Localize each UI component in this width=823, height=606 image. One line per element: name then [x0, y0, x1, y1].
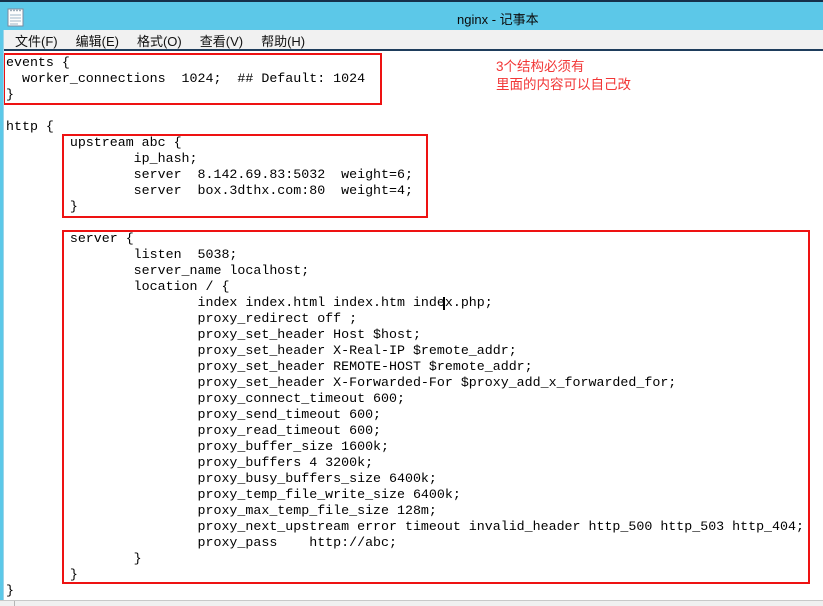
window-bottom-notch	[14, 601, 15, 606]
text-editing-area[interactable]: events { worker_connections 1024; ## Def…	[4, 51, 823, 600]
title-bar[interactable]: nginx - 记事本	[0, 0, 823, 30]
window-left-border	[0, 30, 4, 600]
notepad-window: nginx - 记事本 文件(F) 编辑(E) 格式(O) 查看(V) 帮助(H…	[0, 0, 823, 606]
window-bottom-border	[0, 600, 823, 606]
notepad-icon	[7, 7, 24, 27]
menu-bar: 文件(F) 编辑(E) 格式(O) 查看(V) 帮助(H)	[0, 30, 823, 50]
window-title: nginx - 记事本	[457, 9, 539, 28]
text-caret	[443, 297, 445, 310]
nginx-config-text: events { worker_connections 1024; ## Def…	[6, 55, 804, 599]
